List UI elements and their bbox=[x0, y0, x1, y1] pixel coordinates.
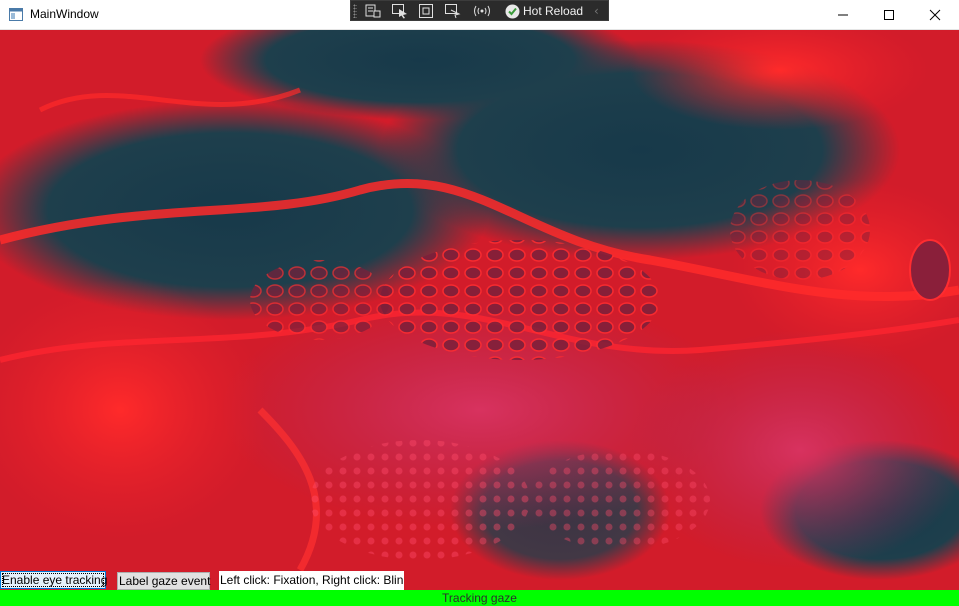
click-instructions-text: Left click: Fixation, Right click: Blink bbox=[219, 571, 404, 590]
app-window-icon bbox=[9, 8, 23, 21]
collapse-toolbar-chevron-icon[interactable]: ‹ bbox=[594, 4, 599, 18]
hot-reload-label[interactable]: Hot Reload bbox=[523, 4, 583, 18]
fluid-art-image bbox=[0, 30, 959, 590]
track-focused-element-icon[interactable] bbox=[444, 3, 462, 19]
close-button[interactable] bbox=[912, 0, 958, 30]
background-image bbox=[0, 30, 959, 590]
close-icon bbox=[929, 9, 941, 21]
xaml-debug-toolbar: Hot Reload ‹ bbox=[350, 0, 609, 21]
tracking-status-bar: Tracking gaze bbox=[0, 590, 959, 606]
maximize-icon bbox=[884, 10, 894, 20]
tracking-status-text: Tracking gaze bbox=[442, 591, 517, 605]
display-layout-adorners-icon[interactable] bbox=[417, 3, 435, 19]
maximize-button[interactable] bbox=[866, 0, 912, 30]
minimize-icon bbox=[838, 14, 848, 16]
enable-eye-tracking-button[interactable]: Enable eye tracking bbox=[0, 571, 107, 589]
hot-reload-check-icon bbox=[505, 4, 520, 19]
toolbar-grip-icon[interactable] bbox=[353, 4, 357, 18]
window-title: MainWindow bbox=[30, 7, 99, 21]
live-visual-tree-icon[interactable] bbox=[364, 3, 382, 19]
minimize-button[interactable] bbox=[820, 0, 866, 30]
label-gaze-event-button[interactable]: Label gaze event bbox=[117, 572, 210, 590]
select-element-icon[interactable] bbox=[391, 3, 409, 19]
binding-failures-icon[interactable] bbox=[473, 3, 491, 19]
